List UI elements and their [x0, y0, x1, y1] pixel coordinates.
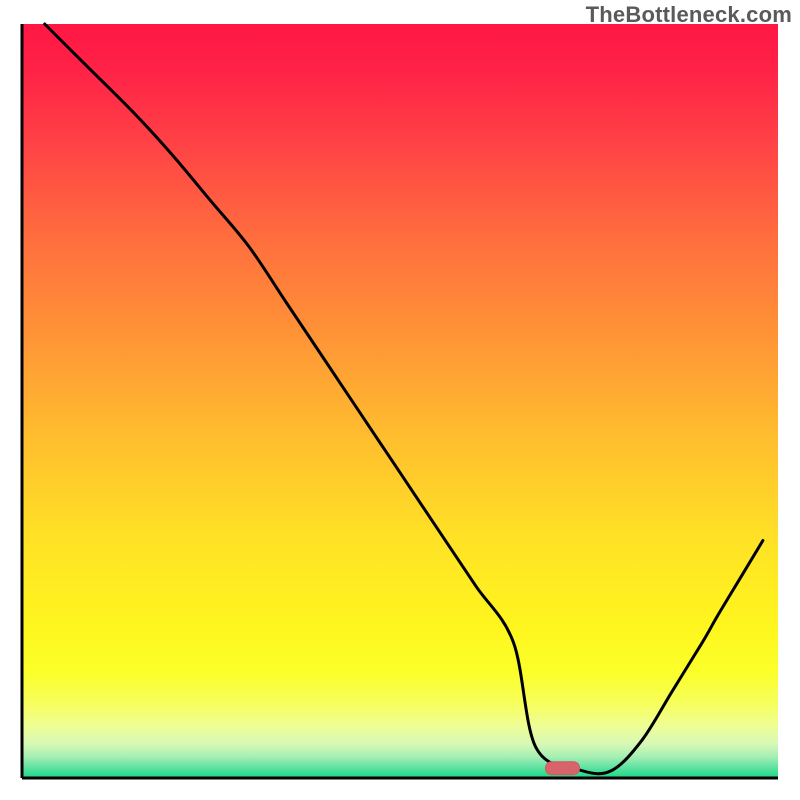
- optimal-marker: [546, 762, 580, 775]
- bottleneck-chart: [0, 0, 800, 800]
- chart-stage: TheBottleneck.com: [0, 0, 800, 800]
- plot-background: [22, 24, 778, 778]
